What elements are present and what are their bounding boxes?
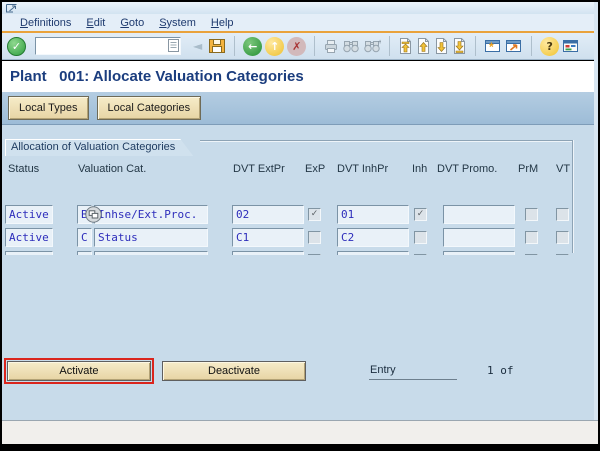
vt-checkbox[interactable]: [556, 208, 569, 221]
column-header-exp: ExP: [305, 163, 325, 175]
activate-button[interactable]: Activate: [7, 361, 151, 381]
vt-checkbox[interactable]: [556, 231, 569, 244]
table-row: [0, 251, 600, 255]
prm-checkbox[interactable]: [525, 208, 538, 221]
dvt-extpr-field[interactable]: [232, 251, 304, 255]
exp-checkbox[interactable]: [308, 231, 321, 244]
status-field[interactable]: Active: [5, 205, 53, 224]
dvt-promo-field[interactable]: [443, 205, 515, 224]
window-right-edge: [594, 2, 598, 420]
inh-checkbox[interactable]: [414, 254, 427, 255]
group-box-top-border: [200, 140, 573, 141]
vt-checkbox[interactable]: [556, 254, 569, 255]
status-field[interactable]: Active: [5, 228, 53, 247]
dvt-inhpr-field[interactable]: [337, 251, 409, 255]
deactivate-button[interactable]: Deactivate: [162, 361, 306, 381]
drag-copy-cursor-icon: [85, 206, 102, 226]
table-row: Active CStatus C1 C2: [0, 228, 600, 249]
status-field[interactable]: [5, 251, 53, 255]
inh-checkbox[interactable]: ✓: [414, 208, 427, 221]
dvt-extpr-field[interactable]: 02: [232, 205, 304, 224]
prm-checkbox[interactable]: [525, 231, 538, 244]
column-header-valuation-cat: Valuation Cat.: [78, 163, 146, 175]
allocation-table-area: Allocation of Valuation Categories Statu…: [0, 0, 600, 451]
entry-field[interactable]: [369, 365, 457, 380]
valuation-cat-name-field[interactable]: Inhse/Ext.Proc.: [94, 205, 208, 224]
sap-window: { "menu": { "items": ["Definitions", "Ed…: [0, 0, 600, 451]
dvt-promo-field[interactable]: [443, 251, 515, 255]
column-header-dvt-extpr: DVT ExtPr: [233, 163, 285, 175]
column-header-dvt-promo: DVT Promo.: [437, 163, 497, 175]
entry-count: 1 of: [487, 364, 514, 377]
prm-checkbox[interactable]: [525, 254, 538, 255]
column-header-prm: PrM: [518, 163, 538, 175]
column-header-status: Status: [8, 163, 39, 175]
dvt-promo-field[interactable]: [443, 228, 515, 247]
valuation-cat-code-field[interactable]: [77, 251, 92, 255]
table-row: ActiveBInhse/Ext.Proc.02✓01✓: [0, 205, 600, 226]
dvt-inhpr-field[interactable]: 01: [337, 205, 409, 224]
dvt-inhpr-field[interactable]: C2: [337, 228, 409, 247]
inh-checkbox[interactable]: [414, 231, 427, 244]
column-header-inh: Inh: [412, 163, 427, 175]
column-header-vt: VT: [556, 163, 570, 175]
valuation-cat-name-field[interactable]: Status: [94, 228, 208, 247]
exp-checkbox[interactable]: ✓: [308, 208, 321, 221]
dvt-extpr-field[interactable]: C1: [232, 228, 304, 247]
column-header-dvt-inhpr: DVT InhPr: [337, 163, 388, 175]
group-box-title-tab: Allocation of Valuation Categories: [5, 139, 193, 156]
valuation-cat-code-field[interactable]: C: [77, 228, 92, 247]
valuation-cat-name-field[interactable]: [94, 251, 208, 255]
exp-checkbox[interactable]: [308, 254, 321, 255]
